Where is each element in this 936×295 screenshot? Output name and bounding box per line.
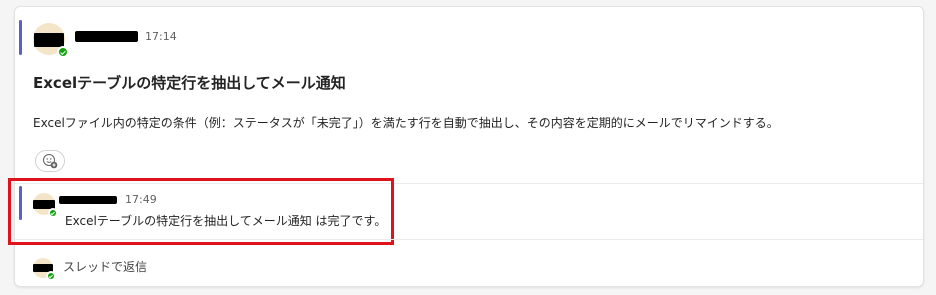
post-accent-bar — [19, 20, 22, 55]
avatar-redaction — [34, 33, 64, 47]
add-reaction-button[interactable] — [35, 150, 65, 172]
current-user-avatar — [33, 258, 56, 281]
presence-available-icon — [48, 208, 58, 218]
author-name-redacted[interactable] — [75, 31, 138, 42]
avatar[interactable] — [33, 23, 69, 58]
add-reaction-icon — [43, 154, 58, 169]
post-timestamp: 17:14 — [145, 30, 177, 43]
divider — [15, 183, 923, 184]
reply-timestamp: 17:49 — [125, 193, 157, 206]
thread-card: 17:14 Excelテーブルの特定行を抽出してメール通知 Excelファイル内… — [8, 6, 924, 287]
divider — [15, 239, 923, 240]
presence-available-icon — [46, 271, 56, 281]
reply-accent-bar — [19, 186, 22, 220]
reply-message: Excelテーブルの特定行を抽出してメール通知 は完了です。 — [65, 214, 387, 228]
presence-available-icon — [57, 46, 69, 58]
reply-author-name-redacted[interactable] — [59, 196, 117, 204]
post-title: Excelテーブルの特定行を抽出してメール通知 — [33, 74, 346, 92]
reply-avatar[interactable] — [33, 193, 58, 218]
post-body: Excelファイル内の特定の条件（例：ステータスが「未完了」）を満たす行を自動で… — [33, 116, 779, 130]
reply-in-thread-button[interactable]: スレッドで返信 — [63, 258, 147, 275]
